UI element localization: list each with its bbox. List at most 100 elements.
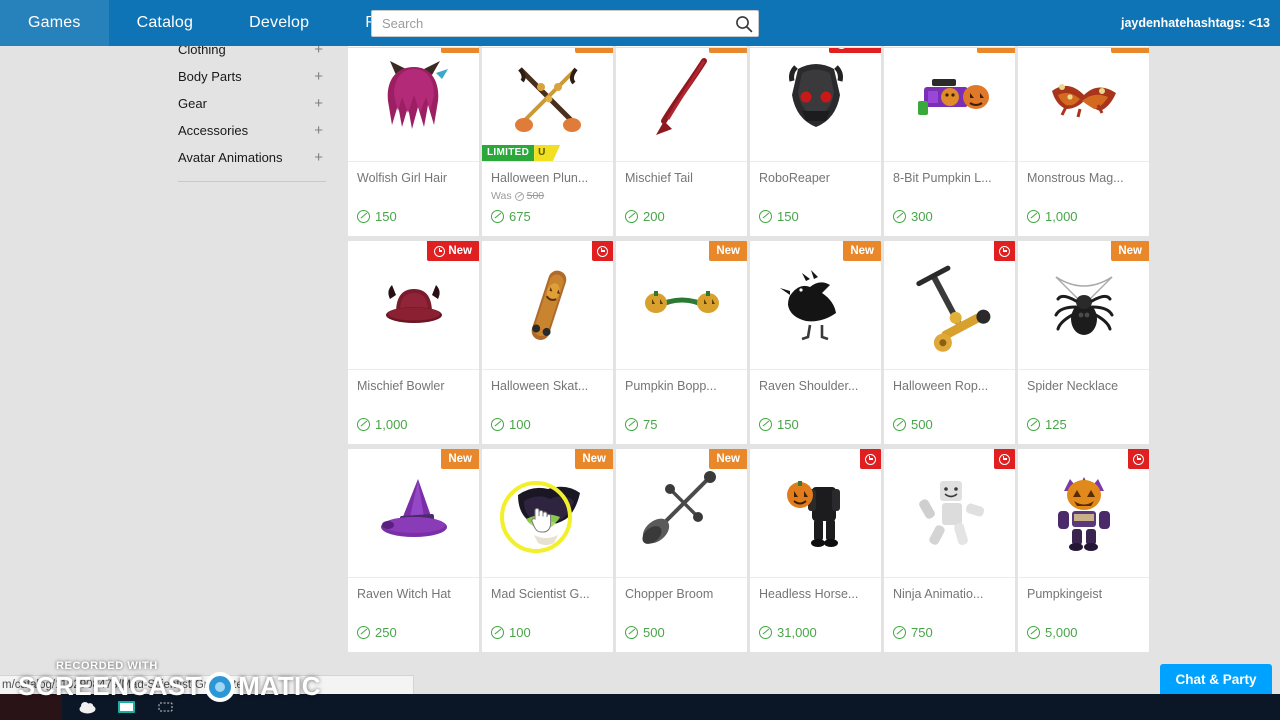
card-thumbnail[interactable]: New [616,449,747,578]
badge-new: New [709,241,747,261]
card-thumbnail[interactable] [884,241,1015,370]
card-title[interactable]: Halloween Rop... [893,379,1006,394]
card-info: Monstrous Mag... [1018,162,1149,186]
search-box[interactable] [371,10,759,37]
catalog-card[interactable]: Headless Horse... 31,000 [749,448,882,653]
category-sidebar: Clothing + Body Parts + Gear + Accessori… [178,36,326,171]
card-thumbnail[interactable]: New LIMITED U [482,33,613,162]
card-thumbnail[interactable] [482,241,613,370]
card-title[interactable]: Raven Shoulder... [759,379,872,394]
card-price-amount: 31,000 [777,625,817,640]
catalog-card[interactable]: Halloween Skat... 100 [481,240,614,445]
robux-icon [491,210,504,223]
card-thumbnail[interactable]: New [348,241,479,370]
card-title[interactable]: Spider Necklace [1027,379,1140,394]
clock-icon [999,453,1010,465]
nav-link-games[interactable]: Games [0,0,109,46]
card-title[interactable]: Pumpkin Bopp... [625,379,738,394]
card-title[interactable]: Mischief Tail [625,171,738,186]
limited-tag: LIMITED U [482,145,561,161]
card-title[interactable]: 8-Bit Pumpkin L... [893,171,1006,186]
card-title[interactable]: Chopper Broom [625,587,738,602]
card-thumbnail[interactable]: New [616,241,747,370]
robux-icon [1027,418,1040,431]
username-label[interactable]: jaydenhatehashtags: <13 [1121,0,1270,46]
card-title[interactable]: Ninja Animatio... [893,587,1006,602]
badge-timer [592,241,613,261]
card-title[interactable]: Monstrous Mag... [1027,171,1140,186]
badge-new: New [1111,241,1149,261]
catalog-card[interactable]: Pumpkingeist 5,000 [1017,448,1150,653]
start-button[interactable] [0,694,62,720]
card-thumbnail[interactable]: New [1018,241,1149,370]
catalog-card[interactable]: New LIMITED U Halloween Plun... Was 500 [481,32,614,237]
limited-suffix: U [534,145,561,161]
nav-link-catalog[interactable]: Catalog [109,0,222,46]
catalog-card[interactable]: Ninja Animatio... 750 [883,448,1016,653]
search-icon[interactable] [734,14,754,34]
card-price: 31,000 [759,625,817,640]
card-thumbnail[interactable]: New [348,449,479,578]
sidebar-item-accessories[interactable]: Accessories + [178,117,326,144]
sidebar-item-gear[interactable]: Gear + [178,90,326,117]
robux-icon [357,210,370,223]
catalog-card[interactable]: New Chopper Broom 500 [615,448,748,653]
card-thumbnail[interactable] [750,449,881,578]
top-navigation-bar: Games Catalog Develop Robux jaydenhateha… [0,0,1280,46]
search-input[interactable] [382,11,722,36]
plus-icon[interactable]: + [314,69,326,84]
app-icon[interactable] [156,697,175,716]
card-title[interactable]: Pumpkingeist [1027,587,1140,602]
nav-link-develop[interactable]: Develop [221,0,337,46]
catalog-card[interactable]: New 8-Bit Pumpkin L... 300 [883,32,1016,237]
catalog-card[interactable]: Halloween Rop... 500 [883,240,1016,445]
card-price-amount: 5,000 [1045,625,1078,640]
card-thumbnail[interactable]: New [348,33,479,162]
card-price-amount: 100 [509,417,531,432]
folder-icon[interactable] [117,697,136,716]
catalog-card[interactable]: New Raven Shoulder... 150 [749,240,882,445]
card-thumbnail[interactable]: New [884,33,1015,162]
chat-and-party-button[interactable]: Chat & Party [1160,664,1272,694]
card-title[interactable]: Mischief Bowler [357,379,470,394]
card-price-amount: 1,000 [1045,209,1078,224]
catalog-card[interactable]: New Pumpkin Bopp... 75 [615,240,748,445]
card-thumbnail[interactable]: New [1018,33,1149,162]
catalog-card[interactable]: New Wolfish Girl Hair 150 [347,32,480,237]
card-title[interactable]: Wolfish Girl Hair [357,171,470,186]
catalog-card[interactable]: New Spider Necklace 125 [1017,240,1150,445]
card-info: Mischief Tail [616,162,747,186]
sidebar-item-body-parts[interactable]: Body Parts + [178,63,326,90]
card-price-amount: 150 [777,417,799,432]
card-title[interactable]: Halloween Skat... [491,379,604,394]
card-title[interactable]: Headless Horse... [759,587,872,602]
card-title[interactable]: Mad Scientist G... [491,587,604,602]
cloud-icon[interactable] [78,697,97,716]
clock-icon [999,245,1010,257]
plus-icon[interactable]: + [314,150,326,165]
catalog-card[interactable]: New Mischief Bowler 1,000 [347,240,480,445]
catalog-card[interactable]: New Raven Witch Hat 250 [347,448,480,653]
card-info: Halloween Skat... [482,370,613,394]
card-price-amount: 100 [509,625,531,640]
card-price-amount: 675 [509,209,531,224]
card-title[interactable]: RoboReaper [759,171,872,186]
plus-icon[interactable]: + [314,96,326,111]
card-thumbnail[interactable] [884,449,1015,578]
sidebar-item-avatar-animations[interactable]: Avatar Animations + [178,144,326,171]
card-thumbnail[interactable]: New [482,449,613,578]
robux-icon [625,418,638,431]
sidebar-label-gear: Gear [178,96,207,111]
card-thumbnail[interactable]: New [750,33,881,162]
catalog-card[interactable]: New Monstrous Mag... 1,000 [1017,32,1150,237]
catalog-card[interactable]: New RoboReaper 150 [749,32,882,237]
catalog-card[interactable]: New Mischief Tail 200 [615,32,748,237]
card-thumbnail[interactable]: New [750,241,881,370]
sidebar-label-avatar-animations: Avatar Animations [178,150,283,165]
catalog-card[interactable]: New Mad Scientist G... 100 [481,448,614,653]
card-title[interactable]: Raven Witch Hat [357,587,470,602]
card-thumbnail[interactable] [1018,449,1149,578]
plus-icon[interactable]: + [314,123,326,138]
card-thumbnail[interactable]: New [616,33,747,162]
card-title[interactable]: Halloween Plun... [491,171,604,186]
